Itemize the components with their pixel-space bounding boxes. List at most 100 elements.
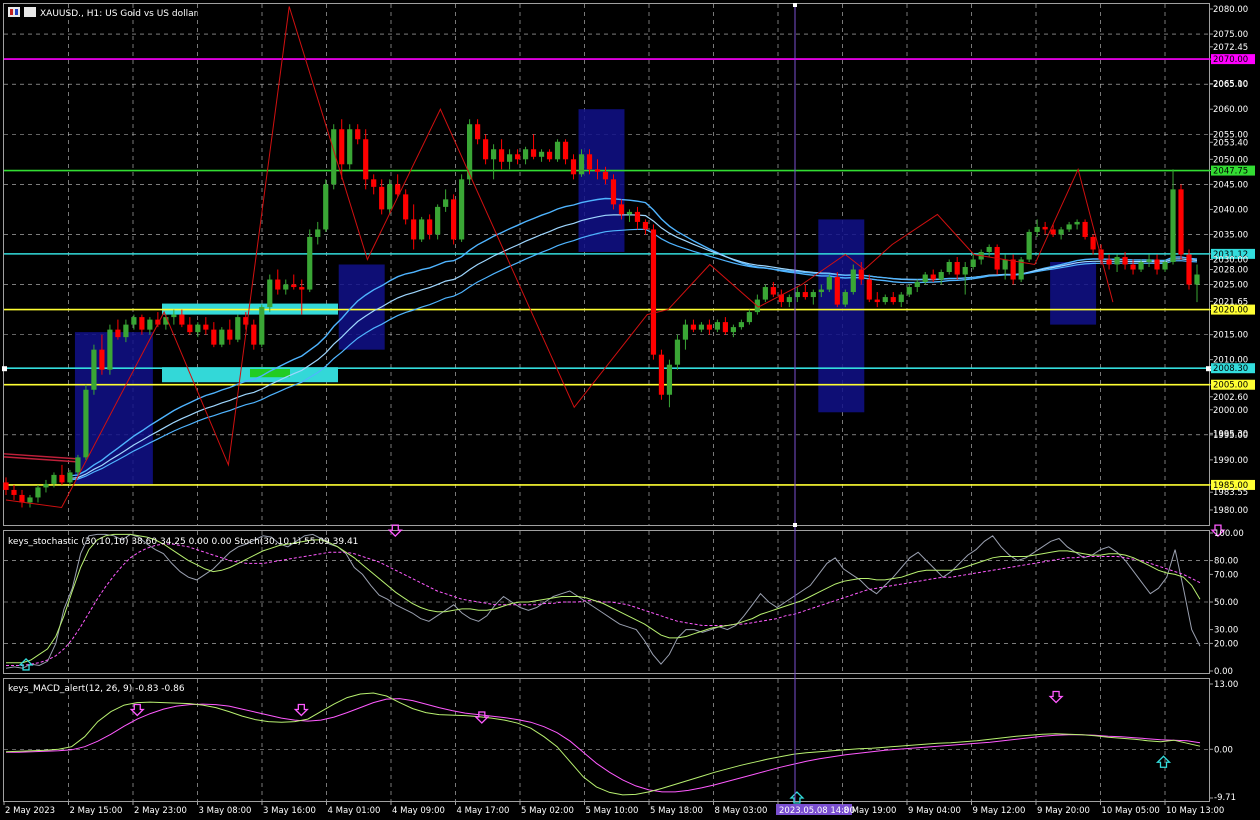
macd-panel-title: keys_MACD_alert(12, 26, 9) -0.83 -0.86 [8, 684, 185, 694]
chart-window-icon[interactable] [8, 7, 20, 17]
candle-body [938, 272, 944, 280]
stoch-tick-label: 0.00 [1214, 667, 1233, 677]
candle-body [762, 287, 768, 300]
price-tick: 2072.45 [1210, 43, 1248, 53]
candle-body [307, 236, 313, 290]
price-tick: 2080.00 [1210, 5, 1248, 15]
price-tick-label: 2050.00 [1213, 155, 1248, 165]
candle-body [227, 329, 233, 340]
candle-body [986, 246, 992, 252]
candle-body [874, 299, 880, 303]
candle-body [898, 294, 904, 303]
candle-body [171, 314, 177, 318]
candle-body [1154, 259, 1160, 270]
window-title: XAUUSD., H1: US Gold vs US dollar [40, 9, 198, 19]
level-handle[interactable] [2, 366, 7, 372]
candle-body [634, 211, 641, 222]
candle-body [698, 324, 705, 330]
price-tick: 2025.00 [1210, 281, 1248, 291]
candle-body [115, 329, 121, 338]
crosshair-handle[interactable] [793, 3, 797, 7]
candle-body [546, 151, 553, 160]
price-tick: 2030.00 [1210, 255, 1248, 265]
candle-body [1146, 259, 1152, 262]
candle-body [1050, 229, 1056, 235]
candle-body [1138, 261, 1144, 270]
price-tick-label: 2020.00 [1213, 306, 1248, 316]
price-tick: 2053.40 [1210, 138, 1248, 148]
time-tick-label: 10 May 13:00 [1166, 806, 1224, 816]
time-tick-label: 4 May 09:00 [392, 806, 445, 816]
candle-body [522, 149, 529, 160]
candle-body [1066, 224, 1072, 230]
candle-body [578, 154, 585, 175]
price-tick: 2020.00 [1210, 304, 1255, 316]
candle-body [1074, 221, 1080, 225]
stoch-tick-label: 20.00 [1214, 639, 1238, 649]
candle-body [339, 129, 345, 165]
candle-body [275, 279, 281, 290]
candle-body [666, 364, 673, 395]
candle-body [658, 354, 665, 395]
price-tick-label: 2047.75 [1213, 167, 1248, 177]
macd-tick-label: -9.71 [1214, 793, 1236, 803]
time-tick-label: 9 May 20:00 [1037, 806, 1090, 816]
price-tick-label: 2030.00 [1213, 255, 1248, 265]
candle-body [1090, 236, 1096, 250]
time-tick-label: 2 May 2023 [5, 806, 55, 816]
candle-body [219, 329, 225, 345]
candle-body [147, 319, 153, 330]
candle-body [435, 206, 441, 235]
candle-body [267, 279, 273, 308]
candle-body [83, 389, 89, 458]
price-tick: 1995.00 [1210, 431, 1248, 441]
price-tick: 2005.00 [1210, 379, 1255, 391]
crosshair-handle[interactable] [793, 523, 797, 527]
price-tick: 1983.55 [1210, 488, 1248, 498]
candle-body [1114, 256, 1120, 265]
candle-body [642, 221, 649, 230]
candle-body [1002, 259, 1008, 270]
price-tick-label: 2080.00 [1213, 5, 1248, 15]
chart-type-icon[interactable] [24, 7, 36, 17]
price-tick-label: 2015.00 [1213, 331, 1248, 341]
highlight-box [1050, 261, 1097, 325]
stoch-tick-label: 50.00 [1214, 598, 1238, 608]
candle-body [1130, 264, 1136, 270]
candle-body [211, 329, 217, 345]
candle-body [179, 314, 185, 325]
candle-body [35, 487, 41, 498]
candle-body [706, 324, 713, 330]
price-tick: 2050.00 [1210, 155, 1248, 165]
candle-body [1082, 221, 1088, 237]
candle-body [826, 277, 832, 290]
candle-body [371, 179, 377, 187]
time-tick-label: 4 May 01:00 [328, 806, 381, 816]
price-tick: 2035.00 [1210, 230, 1248, 240]
candle-body [75, 457, 81, 473]
candle-body [443, 199, 449, 207]
candle-body [818, 289, 824, 293]
chart-canvas[interactable]: 2080.002075.002072.452070.002065.102065.… [0, 0, 1260, 820]
price-tick-label: 2040.00 [1213, 205, 1248, 215]
stoch-tick-label: 80.00 [1214, 557, 1238, 567]
candle-body [283, 284, 289, 290]
candle-body [922, 274, 928, 283]
candle-body [786, 297, 792, 303]
highlight-box [338, 264, 385, 350]
candle-body [323, 184, 329, 230]
candle-body [51, 474, 57, 484]
candle-body [538, 151, 545, 157]
candle-body [610, 179, 617, 205]
time-tick-label: 9 May 12:00 [973, 806, 1026, 816]
price-tick: 2070.00 [1210, 54, 1255, 65]
price-tick: 2000.00 [1210, 406, 1248, 416]
candle-body [570, 159, 577, 175]
price-tick: 2040.00 [1210, 205, 1248, 215]
time-tick-label: 2 May 23:00 [134, 806, 187, 816]
stoch-tick-label: 100.00 [1214, 529, 1244, 539]
price-tick: 2045.00 [1210, 180, 1248, 190]
price-tick-label: 2008.30 [1213, 364, 1248, 374]
candle-body [554, 141, 561, 160]
candle-body [906, 287, 912, 295]
